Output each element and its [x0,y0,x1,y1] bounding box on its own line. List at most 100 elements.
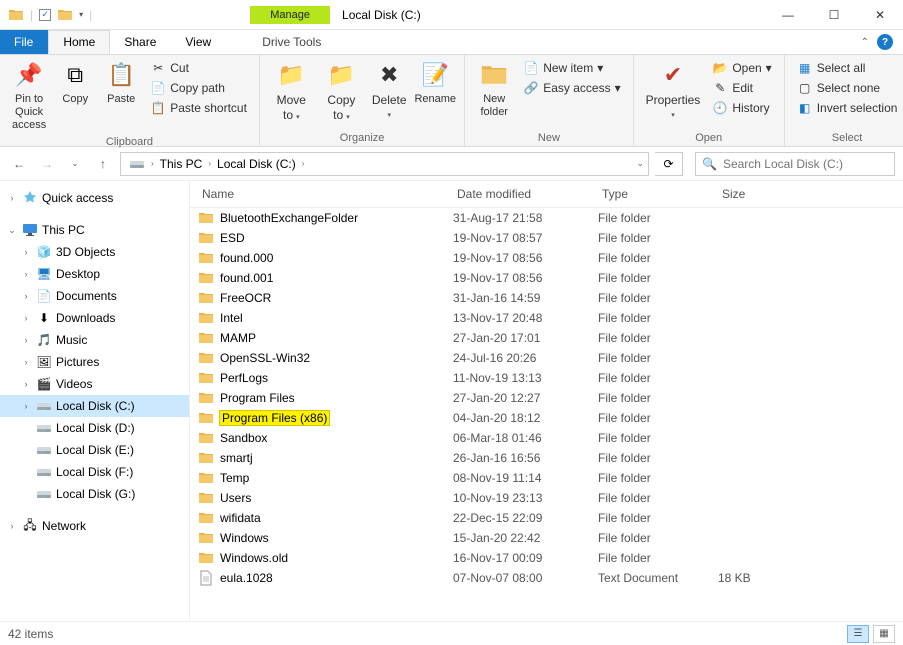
col-name[interactable]: Name [198,187,453,201]
objects-icon: 🧊 [36,244,52,260]
tree-desktop[interactable]: ›🖥Desktop [0,263,189,285]
file-row[interactable]: eula.102807-Nov-07 08:00Text Document18 … [190,568,903,588]
up-button[interactable]: ↑ [92,153,114,175]
tree-network[interactable]: ›🖧Network [0,515,189,537]
paste-shortcut-button[interactable]: 📋Paste shortcut [148,99,249,117]
cut-button[interactable]: ✂Cut [148,59,249,77]
breadcrumb-disk[interactable]: Local Disk (C:) [213,157,300,171]
tree-disk-c[interactable]: ›Local Disk (C:) [0,395,189,417]
new-item-button[interactable]: 📄New item ▾ [521,59,622,77]
tab-view[interactable]: View [171,30,226,54]
file-row[interactable]: found.00019-Nov-17 08:56File folder [190,248,903,268]
navigation-tree[interactable]: ›Quick access ⌄This PC ›🧊3D Objects ›🖥De… [0,181,190,621]
copy-path-button[interactable]: 📄Copy path [148,79,249,97]
folder-icon[interactable] [57,7,73,23]
col-size[interactable]: Size [718,187,798,201]
select-all-button[interactable]: ▦Select all [795,59,900,77]
open-button[interactable]: 📂Open ▾ [710,59,773,77]
tree-disk-d[interactable]: Local Disk (D:) [0,417,189,439]
file-row[interactable]: OpenSSL-Win3224-Jul-16 20:26File folder [190,348,903,368]
back-button[interactable]: ← [8,153,30,175]
history-button[interactable]: 🕘History [710,99,773,117]
forward-button[interactable]: → [36,153,58,175]
move-to-button[interactable]: 📁 Move to ▾ [266,57,317,125]
copy-to-button[interactable]: 📁 Copy to ▾ [317,57,367,125]
file-row[interactable]: FreeOCR31-Jan-16 14:59File folder [190,288,903,308]
maximize-button[interactable]: ☐ [811,0,857,30]
tree-pictures[interactable]: ›🖼Pictures [0,351,189,373]
file-row[interactable]: BluetoothExchangeFolder31-Aug-17 21:58Fi… [190,208,903,228]
file-type: File folder [598,211,718,225]
qat-dropdown-icon[interactable]: ▾ [79,10,83,19]
tree-disk-f[interactable]: Local Disk (F:) [0,461,189,483]
file-row[interactable]: Intel13-Nov-17 20:48File folder [190,308,903,328]
help-icon[interactable]: ? [877,34,893,50]
file-row[interactable]: Windows.old16-Nov-17 00:09File folder [190,548,903,568]
tree-quick-access[interactable]: ›Quick access [0,187,189,209]
file-row[interactable]: wifidata22-Dec-15 22:09File folder [190,508,903,528]
easy-access-button[interactable]: 🔗Easy access ▾ [521,79,622,97]
icons-view-button[interactable]: ▦ [873,625,895,643]
folder-icon [198,530,214,546]
paste-button[interactable]: 📋 Paste [98,57,144,108]
file-name: eula.1028 [220,571,273,585]
file-row[interactable]: PerfLogs11-Nov-19 13:13File folder [190,368,903,388]
tree-music[interactable]: ›🎵Music [0,329,189,351]
tab-home[interactable]: Home [48,30,110,54]
file-type: File folder [598,311,718,325]
refresh-button[interactable]: ⟳ [655,152,683,176]
col-date[interactable]: Date modified [453,187,598,201]
file-row[interactable]: Temp08-Nov-19 11:14File folder [190,468,903,488]
file-row[interactable]: Program Files27-Jan-20 12:27File folder [190,388,903,408]
file-date: 22-Dec-15 22:09 [453,511,598,525]
column-headers[interactable]: Name Date modified Type Size [190,181,903,208]
tree-documents[interactable]: ›📄Documents [0,285,189,307]
minimize-button[interactable]: — [765,0,811,30]
file-list[interactable]: BluetoothExchangeFolder31-Aug-17 21:58Fi… [190,208,903,621]
drive-icon [36,398,52,414]
search-input[interactable] [723,157,888,171]
tree-disk-e[interactable]: Local Disk (E:) [0,439,189,461]
file-row[interactable]: Sandbox06-Mar-18 01:46File folder [190,428,903,448]
file-name: Temp [220,471,249,485]
file-date: 16-Nov-17 00:09 [453,551,598,565]
chevron-right-icon[interactable]: › [302,159,305,168]
select-none-button[interactable]: ▢Select none [795,79,900,97]
pin-quick-access-button[interactable]: 📌 Pin to Quick access [6,57,52,135]
copy-button[interactable]: ⧉ Copy [52,57,98,108]
new-folder-button[interactable]: New folder [471,57,517,121]
ribbon-collapse-icon[interactable]: ⌃ [861,37,869,48]
chevron-right-icon[interactable]: › [208,159,211,168]
file-row[interactable]: MAMP27-Jan-20 17:01File folder [190,328,903,348]
col-type[interactable]: Type [598,187,718,201]
properties-button[interactable]: ✔ Properties ▾ [640,57,707,123]
file-date: 13-Nov-17 20:48 [453,311,598,325]
address-bar[interactable]: › This PC › Local Disk (C:) › ⌄ [120,152,649,176]
delete-button[interactable]: ✖ Delete ▾ [366,57,412,123]
file-row[interactable]: Windows15-Jan-20 22:42File folder [190,528,903,548]
breadcrumb-thispc[interactable]: This PC [156,157,207,171]
file-row[interactable]: Program Files (x86)04-Jan-20 18:12File f… [190,408,903,428]
tab-file[interactable]: File [0,30,48,54]
file-row[interactable]: Users10-Nov-19 23:13File folder [190,488,903,508]
tab-drive-tools[interactable]: Drive Tools [248,30,336,54]
address-dropdown-icon[interactable]: ⌄ [636,158,644,169]
chevron-right-icon[interactable]: › [151,159,154,168]
tree-this-pc[interactable]: ⌄This PC [0,219,189,241]
edit-button[interactable]: ✎Edit [710,79,773,97]
close-button[interactable]: ✕ [857,0,903,30]
details-view-button[interactable]: ☰ [847,625,869,643]
recent-dropdown[interactable]: ⌄ [64,153,86,175]
tree-3d-objects[interactable]: ›🧊3D Objects [0,241,189,263]
rename-button[interactable]: 📝 Rename [412,57,458,108]
file-row[interactable]: found.00119-Nov-17 08:56File folder [190,268,903,288]
checkbox-icon[interactable]: ✓ [39,9,51,21]
tree-disk-g[interactable]: Local Disk (G:) [0,483,189,505]
invert-selection-button[interactable]: ◧Invert selection [795,99,900,117]
tab-share[interactable]: Share [110,30,171,54]
tree-downloads[interactable]: ›⬇Downloads [0,307,189,329]
file-row[interactable]: ESD19-Nov-17 08:57File folder [190,228,903,248]
file-row[interactable]: smartj26-Jan-16 16:56File folder [190,448,903,468]
tree-videos[interactable]: ›🎬Videos [0,373,189,395]
search-box[interactable]: 🔍 [695,152,895,176]
